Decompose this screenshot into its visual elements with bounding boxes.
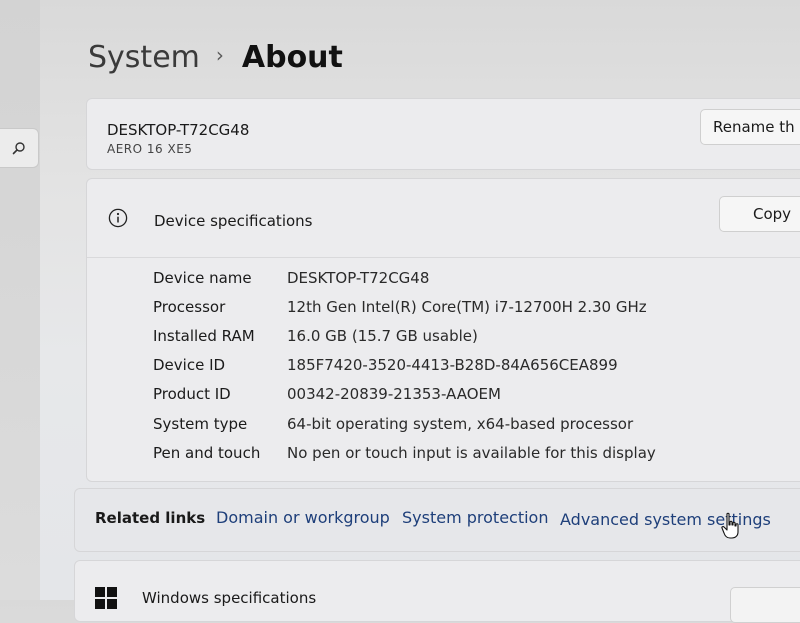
device-name-card: DESKTOP-T72CG48 AERO 16 XE5 Rename th	[86, 98, 800, 170]
spec-label: Pen and touch	[153, 444, 261, 462]
device-specifications-header[interactable]: Device specifications Copy	[87, 179, 800, 258]
spec-value: 00342-20839-21353-AAOEM	[287, 385, 501, 403]
spec-value: 12th Gen Intel(R) Core(TM) i7-12700H 2.3…	[287, 298, 647, 316]
spec-value: 185F7420-3520-4413-B28D-84A656CEA899	[287, 356, 618, 374]
system-protection-link[interactable]: System protection	[402, 508, 548, 527]
spec-label: Device ID	[153, 356, 226, 374]
device-specifications-title: Device specifications	[154, 212, 313, 230]
breadcrumb-separator: ›	[215, 43, 224, 67]
spec-row-device-id: Device ID 185F7420-3520-4413-B28D-84A656…	[87, 356, 800, 380]
spec-label: Installed RAM	[153, 327, 255, 345]
domain-or-workgroup-link[interactable]: Domain or workgroup	[216, 508, 390, 527]
spec-row-processor: Processor 12th Gen Intel(R) Core(TM) i7-…	[87, 298, 800, 322]
copy-button[interactable]: Copy	[719, 196, 800, 232]
device-specifications-card: Device specifications Copy Device name D…	[86, 178, 800, 482]
related-links-bar: Related links Domain or workgroup System…	[74, 488, 800, 552]
hand-pointer-icon	[721, 512, 739, 539]
rename-pc-button[interactable]: Rename th	[700, 109, 800, 145]
breadcrumb: System › About	[88, 40, 343, 75]
spec-value: No pen or touch input is available for t…	[287, 444, 656, 462]
windows-specifications-title: Windows specifications	[142, 589, 317, 607]
spec-row-pen-and-touch: Pen and touch No pen or touch input is a…	[87, 444, 800, 468]
info-icon	[108, 208, 128, 228]
spec-row-device-name: Device name DESKTOP-T72CG48	[87, 269, 800, 293]
left-nav-rail	[0, 0, 40, 600]
device-model: AERO 16 XE5	[107, 142, 193, 156]
spec-row-installed-ram: Installed RAM 16.0 GB (15.7 GB usable)	[87, 327, 800, 351]
device-name: DESKTOP-T72CG48	[107, 121, 250, 139]
windows-copy-button[interactable]	[730, 587, 800, 623]
spec-label: Processor	[153, 298, 226, 316]
search-button[interactable]	[0, 128, 39, 168]
spec-value: 16.0 GB (15.7 GB usable)	[287, 327, 478, 345]
breadcrumb-system[interactable]: System	[88, 40, 200, 75]
spec-label: Product ID	[153, 385, 231, 403]
related-links-label: Related links	[95, 509, 206, 527]
spec-row-system-type: System type 64-bit operating system, x64…	[87, 415, 800, 439]
spec-value: 64-bit operating system, x64-based proce…	[287, 415, 634, 433]
search-icon	[12, 142, 25, 155]
page-title: About	[241, 40, 343, 75]
spec-label: System type	[153, 415, 248, 433]
spec-value: DESKTOP-T72CG48	[287, 269, 430, 287]
spec-row-product-id: Product ID 00342-20839-21353-AAOEM	[87, 385, 800, 409]
windows-logo-icon	[95, 587, 117, 609]
windows-specifications-card[interactable]: Windows specifications	[74, 560, 800, 623]
spec-label: Device name	[153, 269, 252, 287]
